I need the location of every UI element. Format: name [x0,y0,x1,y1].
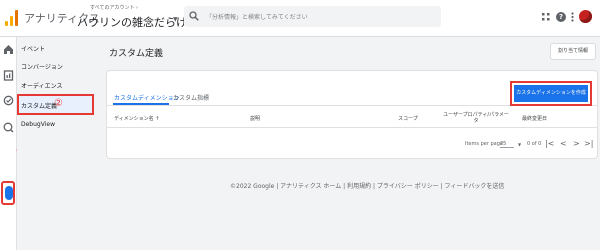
search-placeholder: 「分析情報」と検索してみてください [206,14,308,21]
last-page-icon[interactable]: >| [584,139,593,148]
rows-per-page-select[interactable]: 25 [500,141,514,148]
rows-per-page-label: Items per page: [465,141,505,147]
column-last-modified: 最終変更日 [522,116,548,122]
nav-item-debugview[interactable]: DebugView [21,121,55,128]
nav-item-conversions[interactable]: コンバージョン [21,62,63,71]
quota-info-button[interactable]: 割り当て情報 [550,43,596,60]
analytics-logo[interactable] [5,9,19,26]
left-nav-rail [0,37,17,250]
top-bar: アナリティクス すべてのアカウント › ハウリンの雑念だらけで生... ▼ 「分… [0,0,600,37]
advertising-icon[interactable] [3,122,14,133]
custom-definitions-card: カスタムディメンション カスタム指標 カスタムディメンションを作成 ディメンショ… [107,71,597,158]
home-icon[interactable] [3,44,14,55]
dropdown-caret-icon[interactable]: ▼ [173,16,178,23]
column-scope: スコープ [398,116,418,122]
rows-select-caret-icon[interactable]: ▼ [518,142,521,147]
next-page-icon[interactable]: > [573,139,580,148]
help-icon[interactable]: ? [556,11,566,22]
admin-subnav: イベント コンバージョン オーディエンス カスタム定義 DebugView [17,37,98,250]
apps-grid-icon[interactable] [541,12,551,22]
admin-nav-button[interactable] [1,181,15,205]
header-actions: ? [541,10,592,23]
reports-icon[interactable] [3,70,14,81]
first-page-icon[interactable]: |< [545,139,554,148]
admin-icon [5,186,13,200]
create-custom-dimension-button[interactable]: カスタムディメンションを作成 [514,85,588,102]
pagination-range: 0 of 0 [527,141,542,147]
search-bar[interactable]: 「分析情報」と検索してみてください [184,6,441,27]
create-button-highlight: カスタムディメンションを作成 [510,81,592,106]
search-icon [189,11,199,21]
tab-custom-dimensions[interactable]: カスタムディメンション [114,93,180,102]
prev-page-icon[interactable]: < [560,139,567,148]
column-description: 説明 [250,116,261,122]
column-dimension-name[interactable]: ディメンション名 ↑ [114,116,159,122]
table-header-divider [107,127,597,128]
tab-custom-metrics[interactable]: カスタム指標 [173,93,209,102]
explore-icon[interactable] [3,95,14,106]
annotation-number-2: ② [54,98,63,109]
nav-item-events[interactable]: イベント [21,44,45,53]
more-vert-icon[interactable] [571,11,574,22]
avatar[interactable] [579,10,592,23]
column-user-property-parameter: ユーザープロパティ/パラメータ [443,112,509,124]
footer-links[interactable]: ©2022 Google | アナリティクス ホーム | 利用規約 | プライバ… [230,181,504,190]
nav-item-audiences[interactable]: オーディエンス [21,81,62,90]
nav-item-custom-definitions[interactable]: カスタム定義 [21,101,57,110]
page-title: カスタム定義 [109,49,164,59]
account-breadcrumb[interactable]: すべてのアカウント › [90,4,138,11]
